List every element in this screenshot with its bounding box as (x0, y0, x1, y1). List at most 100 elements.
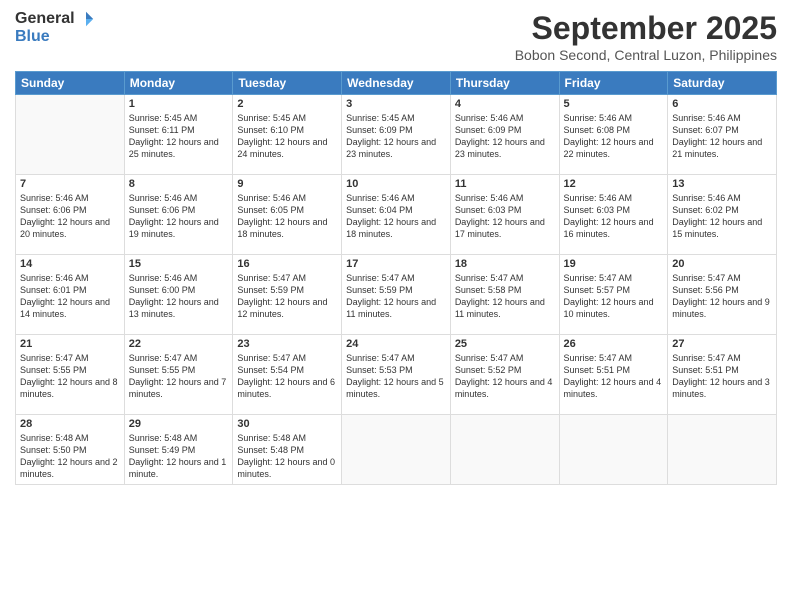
table-row (450, 415, 559, 485)
day-number: 12 (564, 178, 664, 190)
logo-flag-icon (77, 10, 95, 28)
cell-sun-info: Sunrise: 5:47 AM Sunset: 5:56 PM Dayligh… (672, 272, 772, 321)
table-row: 24 Sunrise: 5:47 AM Sunset: 5:53 PM Dayli… (342, 335, 451, 415)
cell-sun-info: Sunrise: 5:46 AM Sunset: 6:02 PM Dayligh… (672, 192, 772, 241)
table-row: 17 Sunrise: 5:47 AM Sunset: 5:59 PM Dayli… (342, 255, 451, 335)
cell-sun-info: Sunrise: 5:46 AM Sunset: 6:01 PM Dayligh… (20, 272, 120, 321)
table-row: 20 Sunrise: 5:47 AM Sunset: 5:56 PM Dayli… (668, 255, 777, 335)
table-row: 25 Sunrise: 5:47 AM Sunset: 5:52 PM Dayli… (450, 335, 559, 415)
cell-sun-info: Sunrise: 5:48 AM Sunset: 5:48 PM Dayligh… (237, 432, 337, 481)
table-row: 15 Sunrise: 5:46 AM Sunset: 6:00 PM Dayli… (124, 255, 233, 335)
table-row: 26 Sunrise: 5:47 AM Sunset: 5:51 PM Dayli… (559, 335, 668, 415)
table-row: 21Sunrise: 5:47 AM Sunset: 5:55 PM Dayli… (16, 335, 125, 415)
location-title: Bobon Second, Central Luzon, Philippines (515, 47, 777, 63)
table-row: 30 Sunrise: 5:48 AM Sunset: 5:48 PM Dayli… (233, 415, 342, 485)
table-row: 23 Sunrise: 5:47 AM Sunset: 5:54 PM Dayli… (233, 335, 342, 415)
cell-sun-info: Sunrise: 5:46 AM Sunset: 6:03 PM Dayligh… (455, 192, 555, 241)
logo-blue-text: Blue (15, 28, 50, 46)
table-row: 16Sunrise: 5:47 AM Sunset: 5:59 PM Dayli… (233, 255, 342, 335)
cell-sun-info: Sunrise: 5:47 AM Sunset: 5:58 PM Dayligh… (455, 272, 555, 321)
day-number: 2 (237, 98, 337, 110)
cell-sun-info: Sunrise: 5:48 AM Sunset: 5:49 PM Dayligh… (129, 432, 229, 481)
table-row: 22 Sunrise: 5:47 AM Sunset: 5:55 PM Dayli… (124, 335, 233, 415)
day-number: 18 (455, 258, 555, 270)
cell-sun-info: Sunrise: 5:46 AM Sunset: 6:08 PM Dayligh… (564, 112, 664, 161)
header-friday: Friday (559, 72, 668, 95)
day-number: 20 (672, 258, 772, 270)
calendar-table: Sunday Monday Tuesday Wednesday Thursday… (15, 71, 777, 485)
header-wednesday: Wednesday (342, 72, 451, 95)
cell-sun-info: Sunrise: 5:47 AM Sunset: 5:59 PM Dayligh… (346, 272, 446, 321)
day-number: 11 (455, 178, 555, 190)
day-number: 6 (672, 98, 772, 110)
day-number: 24 (346, 338, 446, 350)
table-row: 28 Sunrise: 5:48 AM Sunset: 5:50 PM Dayli… (16, 415, 125, 485)
logo-general-text: General (15, 10, 75, 28)
day-number: 14 (20, 258, 120, 270)
header-sunday: Sunday (16, 72, 125, 95)
table-row (16, 95, 125, 175)
day-number: 4 (455, 98, 555, 110)
title-section: September 2025 Bobon Second, Central Luz… (515, 10, 777, 63)
day-number: 28 (20, 418, 120, 430)
cell-sun-info: Sunrise: 5:46 AM Sunset: 6:05 PM Dayligh… (237, 192, 337, 241)
header-thursday: Thursday (450, 72, 559, 95)
day-number: 19 (564, 258, 664, 270)
table-row (559, 415, 668, 485)
day-number: 9 (237, 178, 337, 190)
cell-sun-info: Sunrise: 5:46 AM Sunset: 6:09 PM Dayligh… (455, 112, 555, 161)
table-row: 13 Sunrise: 5:46 AM Sunset: 6:02 PM Dayli… (668, 175, 777, 255)
cell-sun-info: Sunrise: 5:47 AM Sunset: 5:51 PM Dayligh… (672, 352, 772, 401)
cell-sun-info: Sunrise: 5:45 AM Sunset: 6:09 PM Dayligh… (346, 112, 446, 161)
day-number: 25 (455, 338, 555, 350)
day-number: 30 (237, 418, 337, 430)
month-title: September 2025 (515, 10, 777, 47)
cell-sun-info: Sunrise: 5:47 AM Sunset: 5:53 PM Dayligh… (346, 352, 446, 401)
cell-sun-info: Sunrise: 5:47 AM Sunset: 5:55 PM Dayligh… (129, 352, 229, 401)
header-saturday: Saturday (668, 72, 777, 95)
header: General Blue September 2025 Bobon Second… (15, 10, 777, 63)
day-number: 26 (564, 338, 664, 350)
table-row: 27Sunrise: 5:47 AM Sunset: 5:51 PM Dayli… (668, 335, 777, 415)
table-row: 2 Sunrise: 5:45 AM Sunset: 6:10 PM Daylig… (233, 95, 342, 175)
day-number: 17 (346, 258, 446, 270)
table-row: 29 Sunrise: 5:48 AM Sunset: 5:49 PM Dayli… (124, 415, 233, 485)
table-row (668, 415, 777, 485)
table-row: 19Sunrise: 5:47 AM Sunset: 5:57 PM Dayli… (559, 255, 668, 335)
cell-sun-info: Sunrise: 5:48 AM Sunset: 5:50 PM Dayligh… (20, 432, 120, 481)
day-number: 29 (129, 418, 229, 430)
day-number: 5 (564, 98, 664, 110)
header-tuesday: Tuesday (233, 72, 342, 95)
table-row: 11 Sunrise: 5:46 AM Sunset: 6:03 PM Dayli… (450, 175, 559, 255)
day-number: 23 (237, 338, 337, 350)
table-row: 3 Sunrise: 5:45 AM Sunset: 6:09 PM Daylig… (342, 95, 451, 175)
cell-sun-info: Sunrise: 5:45 AM Sunset: 6:10 PM Dayligh… (237, 112, 337, 161)
day-number: 15 (129, 258, 229, 270)
cell-sun-info: Sunrise: 5:47 AM Sunset: 5:52 PM Dayligh… (455, 352, 555, 401)
header-monday: Monday (124, 72, 233, 95)
cell-sun-info: Sunrise: 5:45 AM Sunset: 6:11 PM Dayligh… (129, 112, 229, 161)
table-row: 7 Sunrise: 5:46 AM Sunset: 6:06 PM Daylig… (16, 175, 125, 255)
cell-sun-info: Sunrise: 5:46 AM Sunset: 6:06 PM Dayligh… (20, 192, 120, 241)
day-number: 1 (129, 98, 229, 110)
logo: General Blue (15, 10, 95, 46)
cell-sun-info: Sunrise: 5:47 AM Sunset: 5:54 PM Dayligh… (237, 352, 337, 401)
day-number: 10 (346, 178, 446, 190)
day-number: 3 (346, 98, 446, 110)
page: General Blue September 2025 Bobon Second… (0, 0, 792, 612)
day-number: 7 (20, 178, 120, 190)
table-row: 1 Sunrise: 5:45 AM Sunset: 6:11 PM Daylig… (124, 95, 233, 175)
day-number: 13 (672, 178, 772, 190)
day-number: 8 (129, 178, 229, 190)
cell-sun-info: Sunrise: 5:46 AM Sunset: 6:00 PM Dayligh… (129, 272, 229, 321)
table-row: 10Sunrise: 5:46 AM Sunset: 6:04 PM Dayli… (342, 175, 451, 255)
table-row: 8 Sunrise: 5:46 AM Sunset: 6:06 PM Daylig… (124, 175, 233, 255)
cell-sun-info: Sunrise: 5:46 AM Sunset: 6:07 PM Dayligh… (672, 112, 772, 161)
day-number: 22 (129, 338, 229, 350)
day-number: 21 (20, 338, 120, 350)
cell-sun-info: Sunrise: 5:46 AM Sunset: 6:06 PM Dayligh… (129, 192, 229, 241)
table-row: 14 Sunrise: 5:46 AM Sunset: 6:01 PM Dayli… (16, 255, 125, 335)
table-row: 18 Sunrise: 5:47 AM Sunset: 5:58 PM Dayli… (450, 255, 559, 335)
cell-sun-info: Sunrise: 5:47 AM Sunset: 5:51 PM Dayligh… (564, 352, 664, 401)
table-row: 5 Sunrise: 5:46 AM Sunset: 6:08 PM Daylig… (559, 95, 668, 175)
